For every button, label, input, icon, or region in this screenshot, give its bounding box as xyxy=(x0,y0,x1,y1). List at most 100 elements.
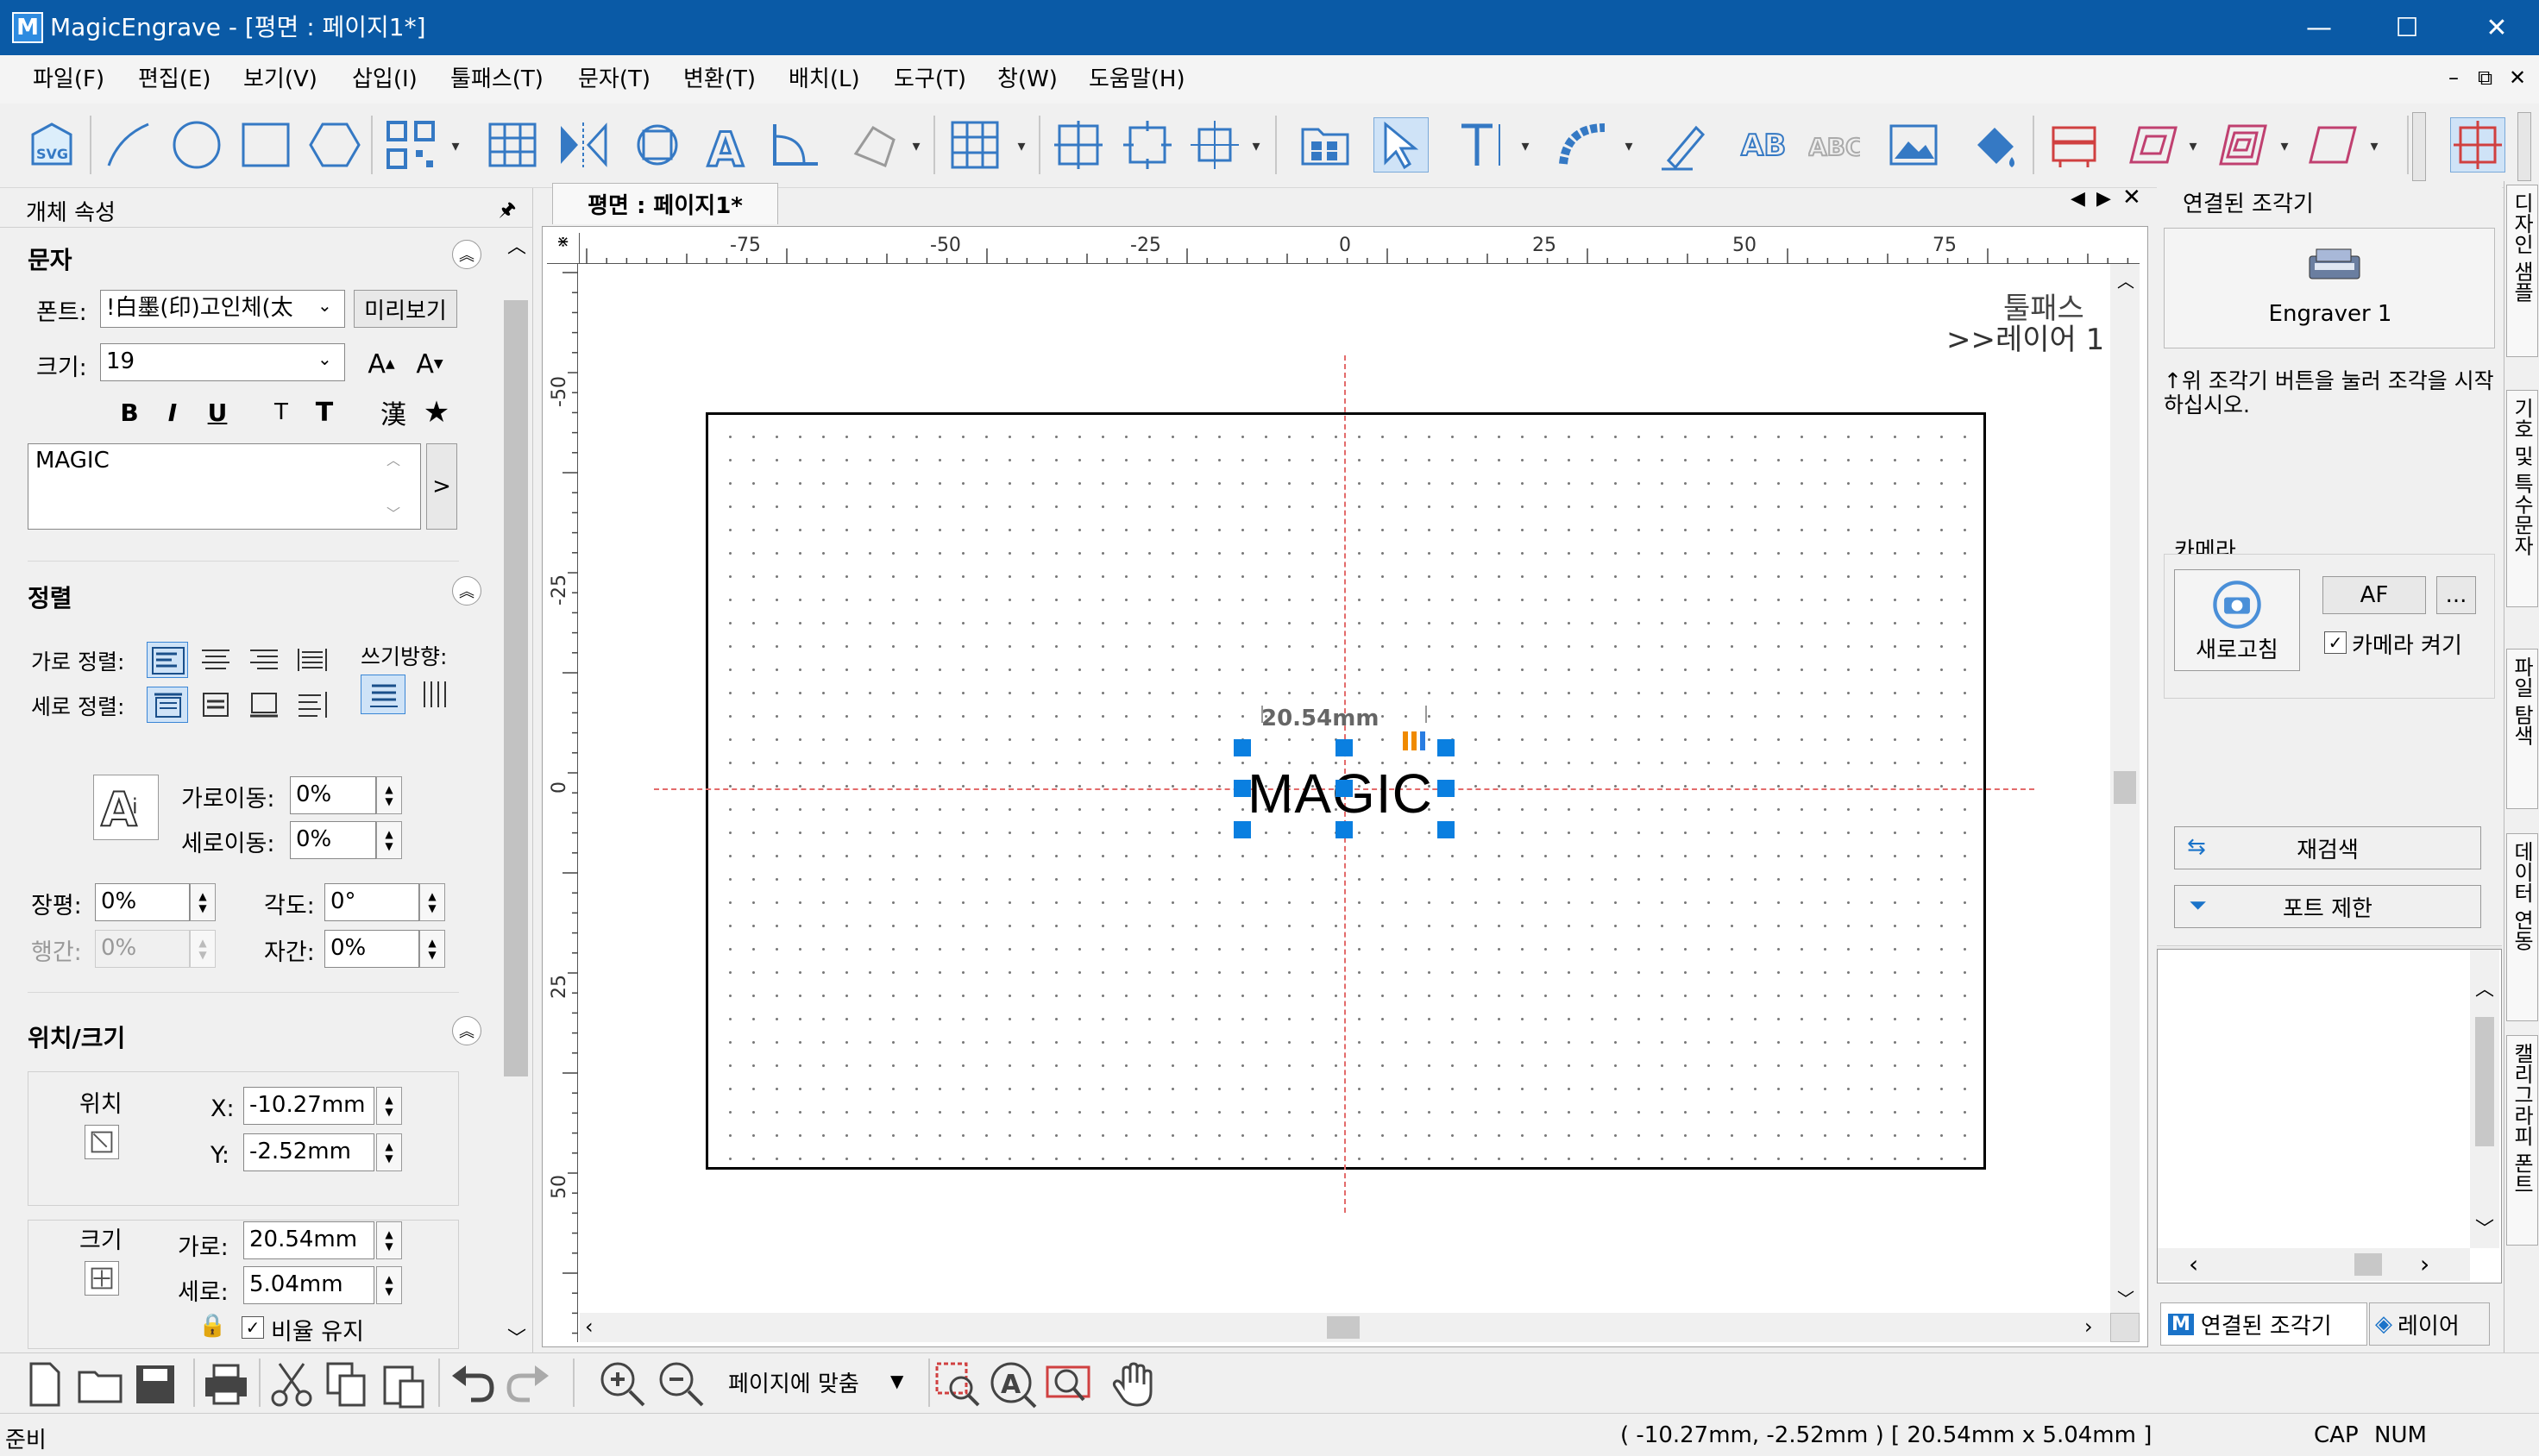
ab-text-icon[interactable]: AB xyxy=(1738,117,1793,173)
line-spacing-input[interactable]: 0% xyxy=(95,930,190,968)
text-scroll-up-icon[interactable]: ︿ xyxy=(387,449,400,469)
underline-button[interactable]: U xyxy=(200,395,235,430)
scroll-down-icon[interactable]: ﹀ xyxy=(507,1323,526,1351)
width-ratio-input[interactable]: 0% xyxy=(95,883,190,921)
menu-edit[interactable]: 편집(E) xyxy=(138,64,211,95)
crosshair-icon[interactable] xyxy=(2450,117,2505,173)
collapse-text-icon[interactable]: ︽ xyxy=(452,240,481,269)
line-spacing-spinner[interactable]: ▲ ▼ xyxy=(190,930,216,968)
hanja-button[interactable]: 漢 xyxy=(376,395,411,430)
valign-bottom-button[interactable] xyxy=(243,687,285,723)
camera-on-checkbox[interactable]: ✓ xyxy=(2324,631,2347,654)
image-icon[interactable] xyxy=(1886,117,1941,173)
port-scroll-thumb[interactable] xyxy=(2475,1017,2494,1146)
port-list[interactable]: ︿ ﹀ ‹ › xyxy=(2157,949,2502,1283)
zoom-in-icon[interactable] xyxy=(595,1357,650,1412)
height-input[interactable]: 5.04mm xyxy=(243,1266,374,1304)
port-list-hscrollbar[interactable]: ‹ › xyxy=(2158,1248,2470,1281)
resize-handle[interactable] xyxy=(1437,780,1455,797)
zoom-select[interactable]: 페이지에 맞춤 xyxy=(721,1365,916,1403)
menu-text[interactable]: 문자(T) xyxy=(578,64,650,95)
font-dropdown-icon[interactable]: ⌄ xyxy=(317,295,332,316)
canvas-vscrollbar[interactable]: ︿ ﹀ xyxy=(2110,264,2140,1313)
scroll-up-icon[interactable]: ︿ xyxy=(507,231,526,259)
maximize-button[interactable]: ☐ xyxy=(2364,0,2450,55)
resize-handle[interactable] xyxy=(1335,821,1353,838)
text-a-icon[interactable]: A xyxy=(699,117,754,173)
minimize-button[interactable]: — xyxy=(2276,0,2362,55)
menu-window[interactable]: 창(W) xyxy=(997,64,1058,95)
char-spacing-spinner[interactable]: ▲ ▼ xyxy=(419,930,445,968)
menu-view[interactable]: 보기(V) xyxy=(243,64,317,95)
zoom-dropdown-icon[interactable]: ▼ xyxy=(890,1371,903,1391)
align-center-icon[interactable] xyxy=(1051,117,1106,173)
circle-icon[interactable] xyxy=(169,117,224,173)
bold-button[interactable]: B xyxy=(112,395,147,430)
tab-layer[interactable]: ◈ 레이어 xyxy=(2369,1302,2490,1346)
print-icon[interactable] xyxy=(198,1357,254,1412)
menu-insert[interactable]: 삽입(I) xyxy=(352,64,418,95)
keep-ratio-checkbox[interactable]: ✓ xyxy=(242,1316,264,1339)
line-icon[interactable] xyxy=(100,117,155,173)
redo-icon[interactable] xyxy=(500,1357,556,1412)
port-scroll-right-icon[interactable]: › xyxy=(2420,1250,2429,1278)
abc-text-icon[interactable]: ABC xyxy=(1807,117,1862,173)
tab-connected-engraver[interactable]: M 연결된 조각기 xyxy=(2160,1302,2367,1346)
resize-handle[interactable] xyxy=(1437,821,1455,838)
qrcode-icon[interactable] xyxy=(383,117,438,173)
star-icon[interactable]: ★ xyxy=(419,395,454,430)
zoom-all-icon[interactable] xyxy=(1040,1357,1096,1412)
small-caps-button[interactable]: T xyxy=(264,395,299,430)
align-right-button[interactable] xyxy=(243,642,285,678)
af-button[interactable]: AF xyxy=(2322,576,2426,614)
align-distribute-icon[interactable] xyxy=(1120,117,1175,173)
select-arrow-icon[interactable] xyxy=(1373,117,1429,173)
camera-refresh-button[interactable]: 새로고침 xyxy=(2174,569,2300,671)
mdi-close-button[interactable]: ✕ xyxy=(2509,66,2526,90)
research-button[interactable]: ⇆ 재검색 xyxy=(2174,826,2481,869)
center-handle[interactable] xyxy=(1335,780,1353,797)
tab-close-icon[interactable]: ✕ xyxy=(2122,185,2141,210)
italic-button[interactable]: I xyxy=(155,395,190,430)
qrcode-dropdown-icon[interactable]: ▾ xyxy=(449,133,462,159)
camera-more-button[interactable]: ... xyxy=(2436,576,2476,614)
valign-middle-button[interactable] xyxy=(195,687,236,723)
svg-import-icon[interactable]: SVG xyxy=(24,117,79,173)
text-tool-icon[interactable] xyxy=(1453,117,1508,173)
pan-hand-icon[interactable] xyxy=(1106,1357,1161,1412)
large-caps-button[interactable]: T xyxy=(307,395,342,430)
port-hscroll-thumb[interactable] xyxy=(2354,1253,2382,1276)
mirror-icon[interactable] xyxy=(556,117,611,173)
tab-prev-icon[interactable]: ◀ xyxy=(2071,188,2085,210)
hscroll-left-icon[interactable]: ‹ xyxy=(585,1315,594,1339)
mdi-restore-button[interactable]: ⧉ xyxy=(2478,66,2492,90)
new-file-icon[interactable] xyxy=(17,1357,72,1412)
open-folder-icon[interactable] xyxy=(72,1357,128,1412)
offset-dropdown-icon[interactable]: ▾ xyxy=(2186,133,2200,159)
y-spinner[interactable]: ▲ ▼ xyxy=(376,1133,402,1171)
font-select[interactable]: !白墨(印)고인체(太 xyxy=(100,290,345,328)
side-tab-file-explorer[interactable]: 파일 탐색 xyxy=(2506,649,2538,809)
engraver-button[interactable]: Engraver 1 xyxy=(2164,228,2495,348)
grid-dropdown-icon[interactable]: ▾ xyxy=(1015,133,1028,159)
align-center-button[interactable] xyxy=(195,642,236,678)
align-justify-button[interactable] xyxy=(292,642,333,678)
hscroll-thumb[interactable] xyxy=(1327,1316,1360,1339)
vscroll-thumb[interactable] xyxy=(2114,771,2136,804)
resize-handle[interactable] xyxy=(1234,739,1251,756)
tab-next-icon[interactable]: ▶ xyxy=(2096,188,2111,210)
undo-icon[interactable] xyxy=(445,1357,500,1412)
port-list-vscrollbar[interactable]: ︿ ﹀ xyxy=(2470,950,2499,1248)
collapse-position-icon[interactable]: ︽ xyxy=(452,1016,481,1045)
side-tab-design-samples[interactable]: 디자인 샘플 xyxy=(2506,185,2538,357)
char-spacing-input[interactable]: 0% xyxy=(324,930,419,968)
scroll-thumb[interactable] xyxy=(504,300,528,1076)
outline-icon[interactable] xyxy=(2305,117,2360,173)
size-dropdown-icon[interactable]: ⌄ xyxy=(317,348,332,369)
table-icon[interactable] xyxy=(485,117,540,173)
menu-toolpath[interactable]: 툴패스(T) xyxy=(450,64,544,95)
engrave-machine-icon[interactable] xyxy=(2046,117,2102,173)
zoom-out-icon[interactable] xyxy=(654,1357,709,1412)
v-move-spinner[interactable]: ▲ ▼ xyxy=(376,821,402,859)
resize-handle[interactable] xyxy=(1234,780,1251,797)
